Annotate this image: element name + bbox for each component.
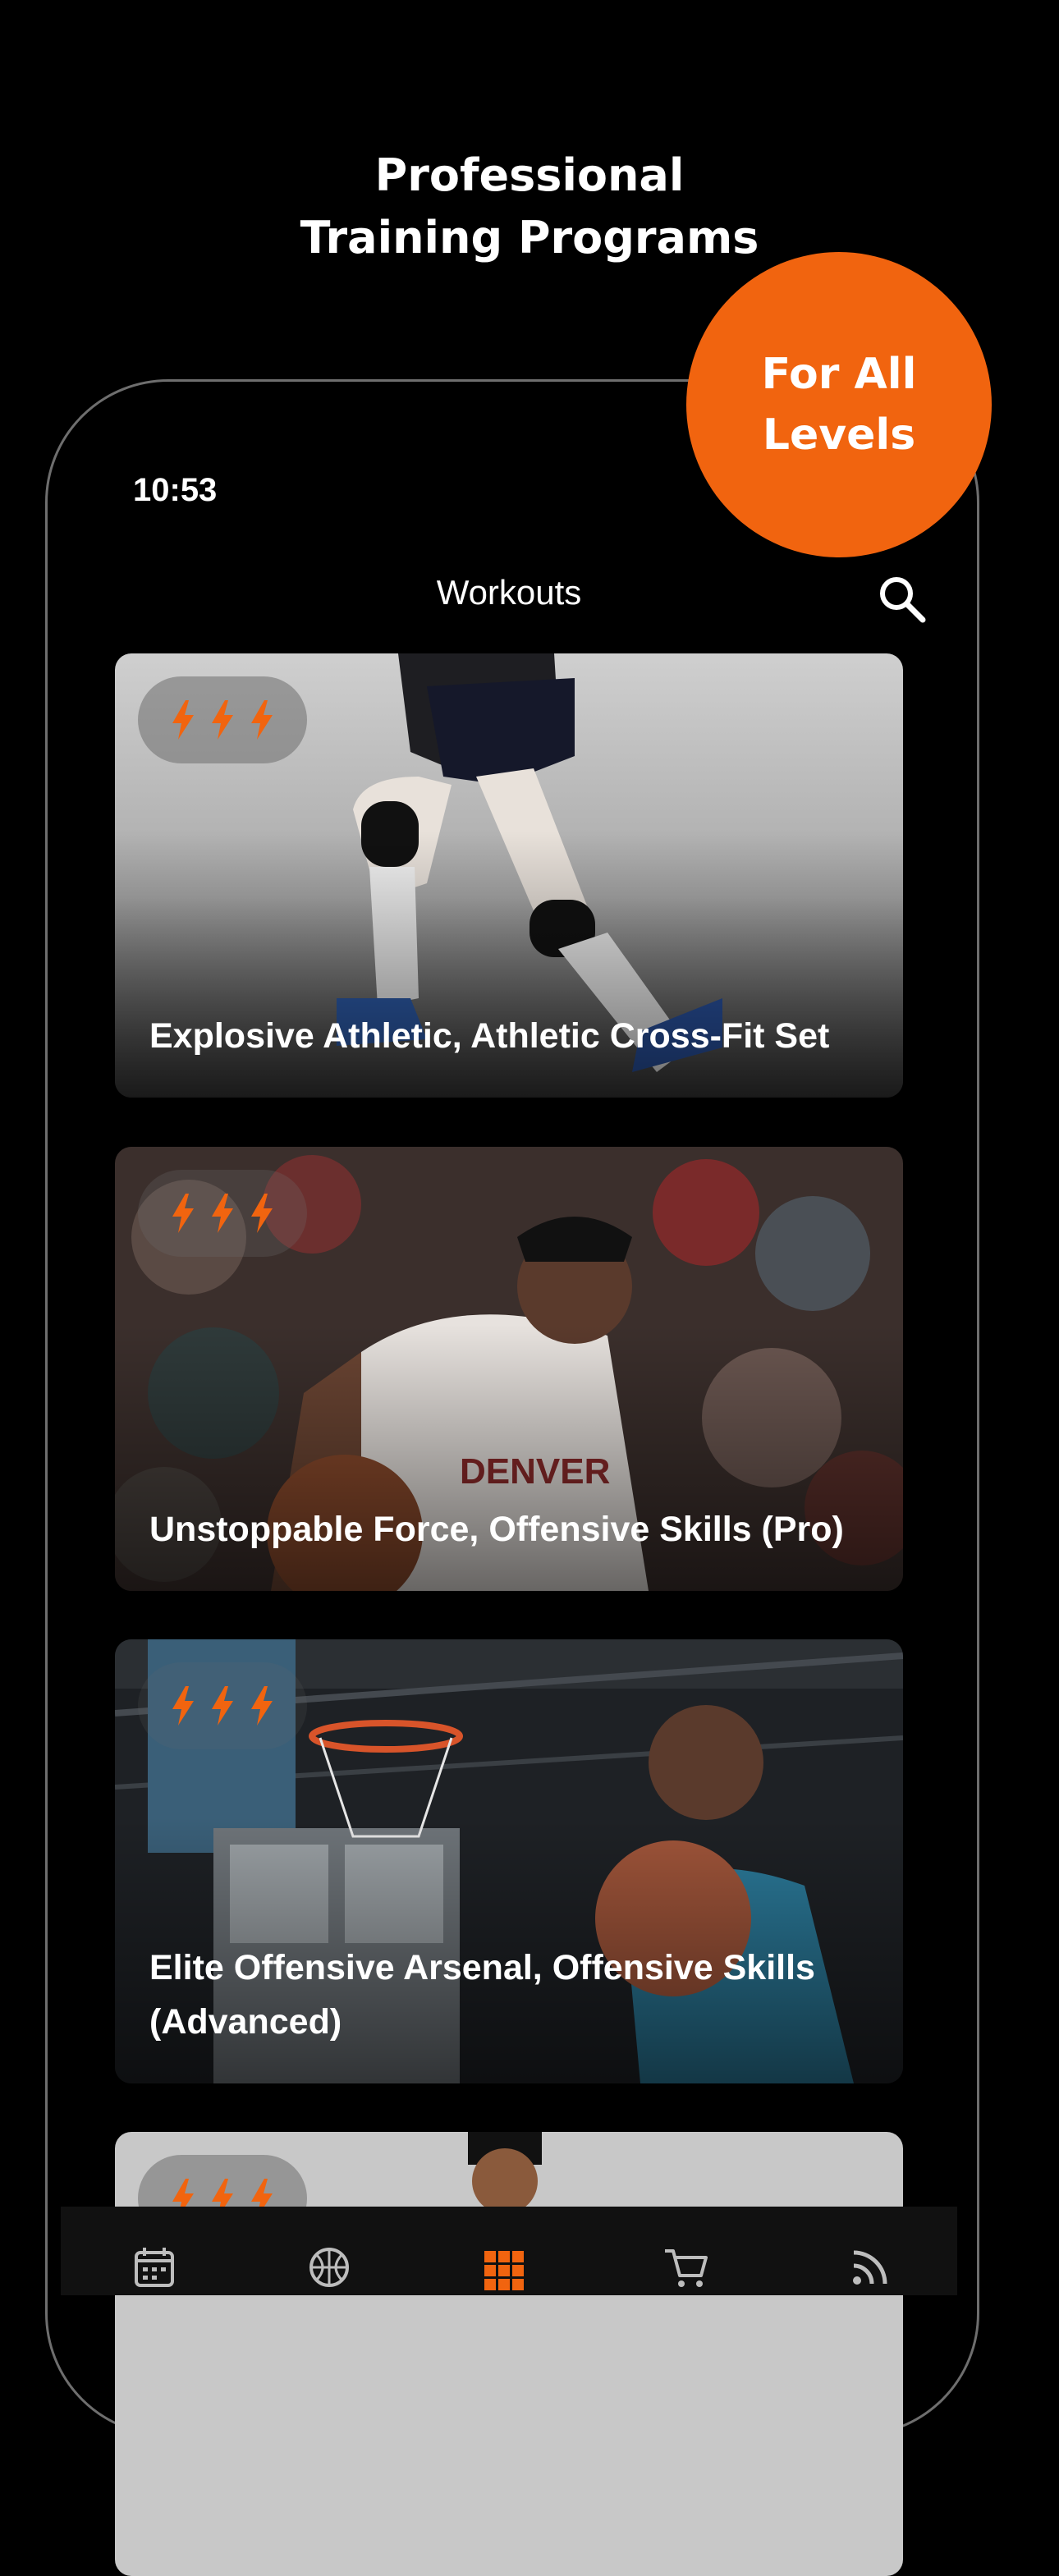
- status-time: 10:53: [133, 472, 218, 508]
- bolt-icon: [251, 1194, 273, 1233]
- workout-card[interactable]: [115, 2132, 903, 2576]
- bolt-icon: [212, 700, 233, 740]
- search-icon[interactable]: [875, 572, 928, 625]
- basketball-icon[interactable]: [305, 2243, 354, 2292]
- tab-bar: [61, 2207, 957, 2295]
- workout-title: Elite Offensive Arsenal, Offensive Skill…: [149, 1948, 815, 2042]
- bolt-icon: [251, 700, 273, 740]
- grid-icon[interactable]: [479, 2243, 529, 2292]
- bolt-icon: [172, 1686, 194, 1726]
- page-title: Workouts: [436, 573, 582, 612]
- bolt-icon: [212, 1194, 233, 1233]
- cart-icon[interactable]: [662, 2243, 711, 2292]
- promo-headline: Professional Training Programs: [300, 149, 759, 264]
- levels-badge: For All Levels: [686, 252, 992, 557]
- levels-badge-label: For All Levels: [761, 350, 917, 460]
- feed-icon[interactable]: [846, 2243, 895, 2292]
- calendar-icon[interactable]: [130, 2243, 179, 2292]
- difficulty-badge: [138, 1662, 307, 1749]
- difficulty-badge: [138, 1170, 307, 1257]
- bolt-icon: [212, 1686, 233, 1726]
- workout-card[interactable]: Elite Offensive Arsenal, Offensive Skill…: [115, 1639, 903, 2083]
- bolt-icon: [251, 1686, 273, 1726]
- workout-title: Explosive Athletic, Athletic Cross-Fit S…: [149, 1016, 830, 1056]
- workout-card[interactable]: Explosive Athletic, Athletic Cross-Fit S…: [115, 653, 903, 1098]
- difficulty-badge: [138, 676, 307, 763]
- bolt-icon: [172, 700, 194, 740]
- workout-card[interactable]: DENVER Unstoppable Force, Offensive Skil…: [115, 1147, 903, 1591]
- workout-title: Unstoppable Force, Offensive Skills (Pro…: [149, 1510, 844, 1549]
- bolt-icon: [172, 1194, 194, 1233]
